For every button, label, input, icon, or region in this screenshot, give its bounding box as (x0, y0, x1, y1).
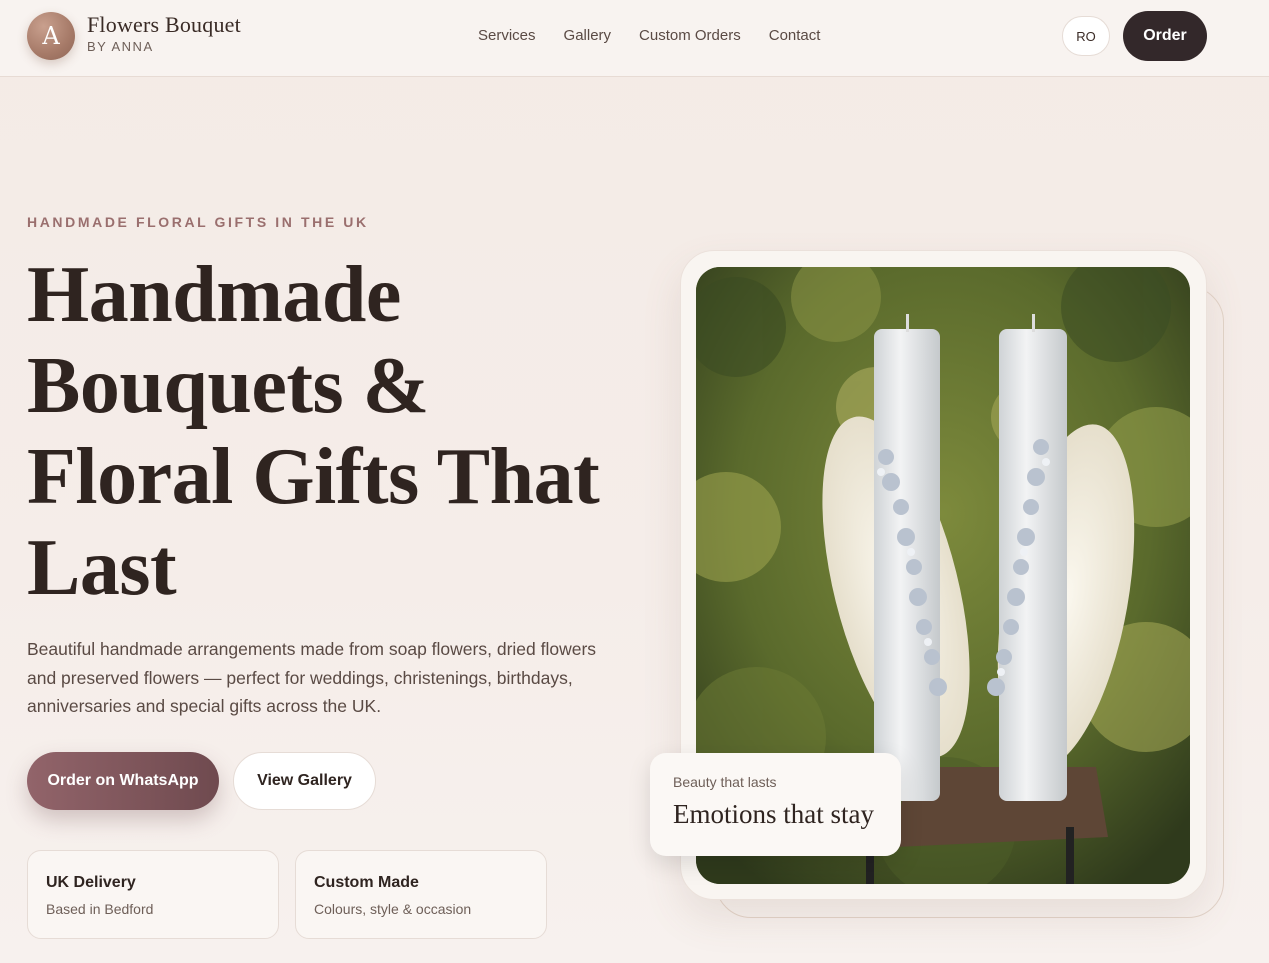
view-gallery-button[interactable]: View Gallery (233, 752, 376, 810)
hero-title-line: Floral Gifts That (27, 433, 600, 521)
nav-services[interactable]: Services (478, 27, 536, 44)
feature-subtitle: Colours, style & occasion (314, 901, 472, 917)
hero-title: Handmade Bouquets & Floral Gifts That La… (27, 250, 627, 614)
order-whatsapp-button[interactable]: Order on WhatsApp (27, 752, 219, 810)
hero-title-line: Handmade (27, 251, 401, 339)
order-button[interactable]: Order (1123, 11, 1207, 61)
feature-title: UK Delivery (46, 874, 136, 891)
site-header: A Flowers Bouquet BY ANNA Services Galle… (0, 0, 1269, 77)
main-nav: Services Gallery Custom Orders Contact (478, 27, 820, 44)
nav-gallery[interactable]: Gallery (564, 27, 612, 44)
nav-contact[interactable]: Contact (769, 27, 821, 44)
caption-headline: Emotions that stay (673, 799, 874, 829)
feature-card-delivery: UK Delivery Based in Bedford (27, 850, 279, 939)
caption-small: Beauty that lasts (673, 774, 777, 790)
caption-card: Beauty that lasts Emotions that stay (650, 753, 901, 856)
feature-title: Custom Made (314, 874, 419, 891)
hero-title-line: Last (27, 524, 177, 612)
feature-subtitle: Based in Bedford (46, 901, 154, 917)
hero-title-line: Bouquets & (27, 342, 429, 430)
language-toggle-button[interactable]: RO (1062, 16, 1110, 56)
feature-card-custom: Custom Made Colours, style & occasion (295, 850, 547, 939)
brand-name[interactable]: Flowers Bouquet (87, 12, 241, 38)
hero-eyebrow: HANDMADE FLORAL GIFTS IN THE UK (27, 214, 369, 230)
brand-subtitle: BY ANNA (87, 39, 154, 54)
hero-description: Beautiful handmade arrangements made fro… (27, 639, 597, 716)
logo-badge[interactable]: A (27, 12, 75, 60)
nav-custom-orders[interactable]: Custom Orders (639, 27, 741, 44)
